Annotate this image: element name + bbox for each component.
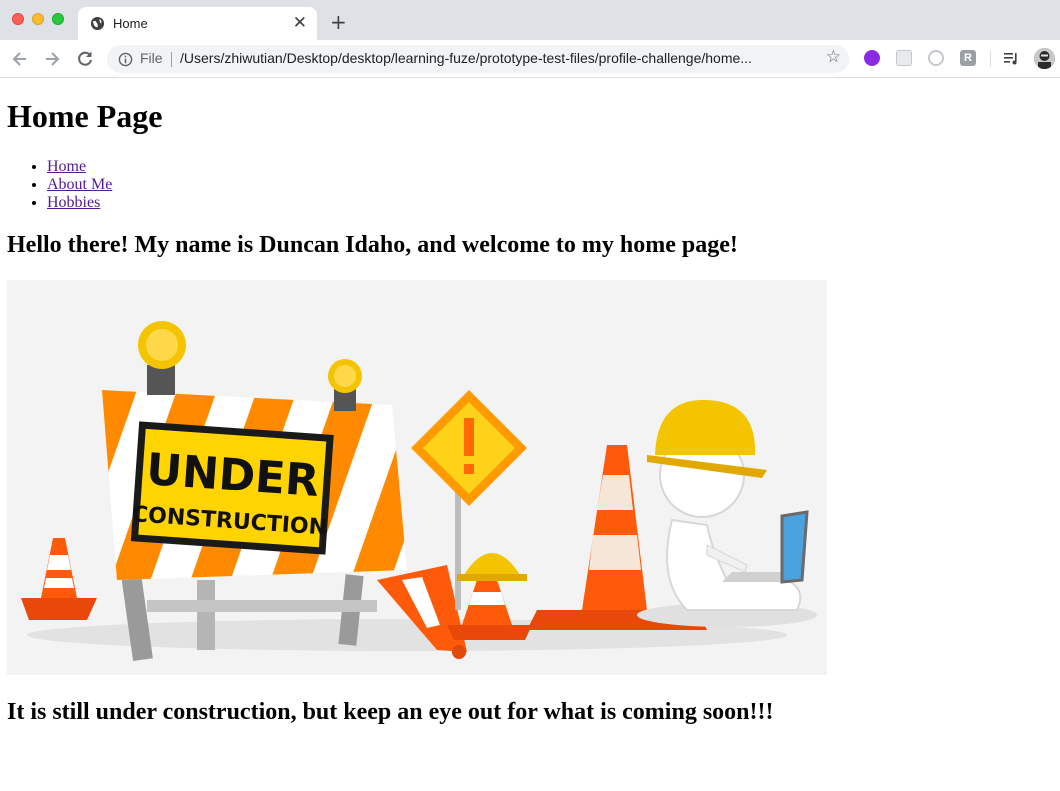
nav-item-home: Home [47,158,112,176]
extension-circle-icon[interactable] [928,50,944,66]
minimize-window-button[interactable] [32,13,44,25]
nav-link-about[interactable]: About Me [47,176,112,193]
nav-item-about: About Me [47,176,112,194]
info-icon[interactable] [118,52,133,67]
main-nav: Home About Me Hobbies [7,158,112,212]
nav-link-home[interactable]: Home [47,158,86,175]
browser-toolbar: File /Users/zhiwutian/Desktop/desktop/le… [0,40,1060,78]
close-window-button[interactable] [12,13,24,25]
maximize-window-button[interactable] [52,13,64,25]
media-queue-icon[interactable] [1003,50,1019,66]
extension-grid-icon[interactable] [896,50,912,66]
avatar-icon [1034,48,1055,69]
omnibox-divider [171,52,172,67]
extension-purple-icon[interactable] [864,50,880,66]
greeting-heading: Hello there! My name is Duncan Idaho, an… [7,232,738,258]
page-content: Home Page Home About Me Hobbies Hello th… [0,78,1060,791]
tab-title: Home [113,16,148,31]
nav-item-hobbies: Hobbies [47,194,112,212]
back-arrow-icon[interactable] [10,49,30,69]
extension-r-icon[interactable]: R [960,50,976,66]
nav-link-hobbies[interactable]: Hobbies [47,194,100,211]
coming-soon-heading: It is still under construction, but keep… [7,699,774,725]
tab-home[interactable]: Home ✕ [78,7,317,40]
new-tab-icon[interactable]: + [330,12,347,32]
under-construction-image: UNDER CONSTRUCTION [7,280,827,675]
close-tab-icon[interactable]: ✕ [293,13,307,33]
under-construction-sign: UNDER CONSTRUCTION [130,421,334,555]
construction-illustration: UNDER CONSTRUCTION [7,280,827,675]
globe-icon [90,16,105,31]
url-text[interactable]: /Users/zhiwutian/Desktop/desktop/learnin… [180,50,810,66]
reload-icon[interactable] [75,49,95,69]
profile-avatar[interactable] [1034,48,1055,69]
toolbar-divider [990,51,991,67]
page-title: Home Page [7,98,163,134]
bookmark-star-icon[interactable]: ☆ [826,47,841,67]
file-scheme-label: File [140,50,163,66]
forward-arrow-icon[interactable] [42,49,62,69]
address-bar[interactable]: File /Users/zhiwutian/Desktop/desktop/le… [107,45,849,73]
tab-strip: Home ✕ + [0,0,1060,40]
